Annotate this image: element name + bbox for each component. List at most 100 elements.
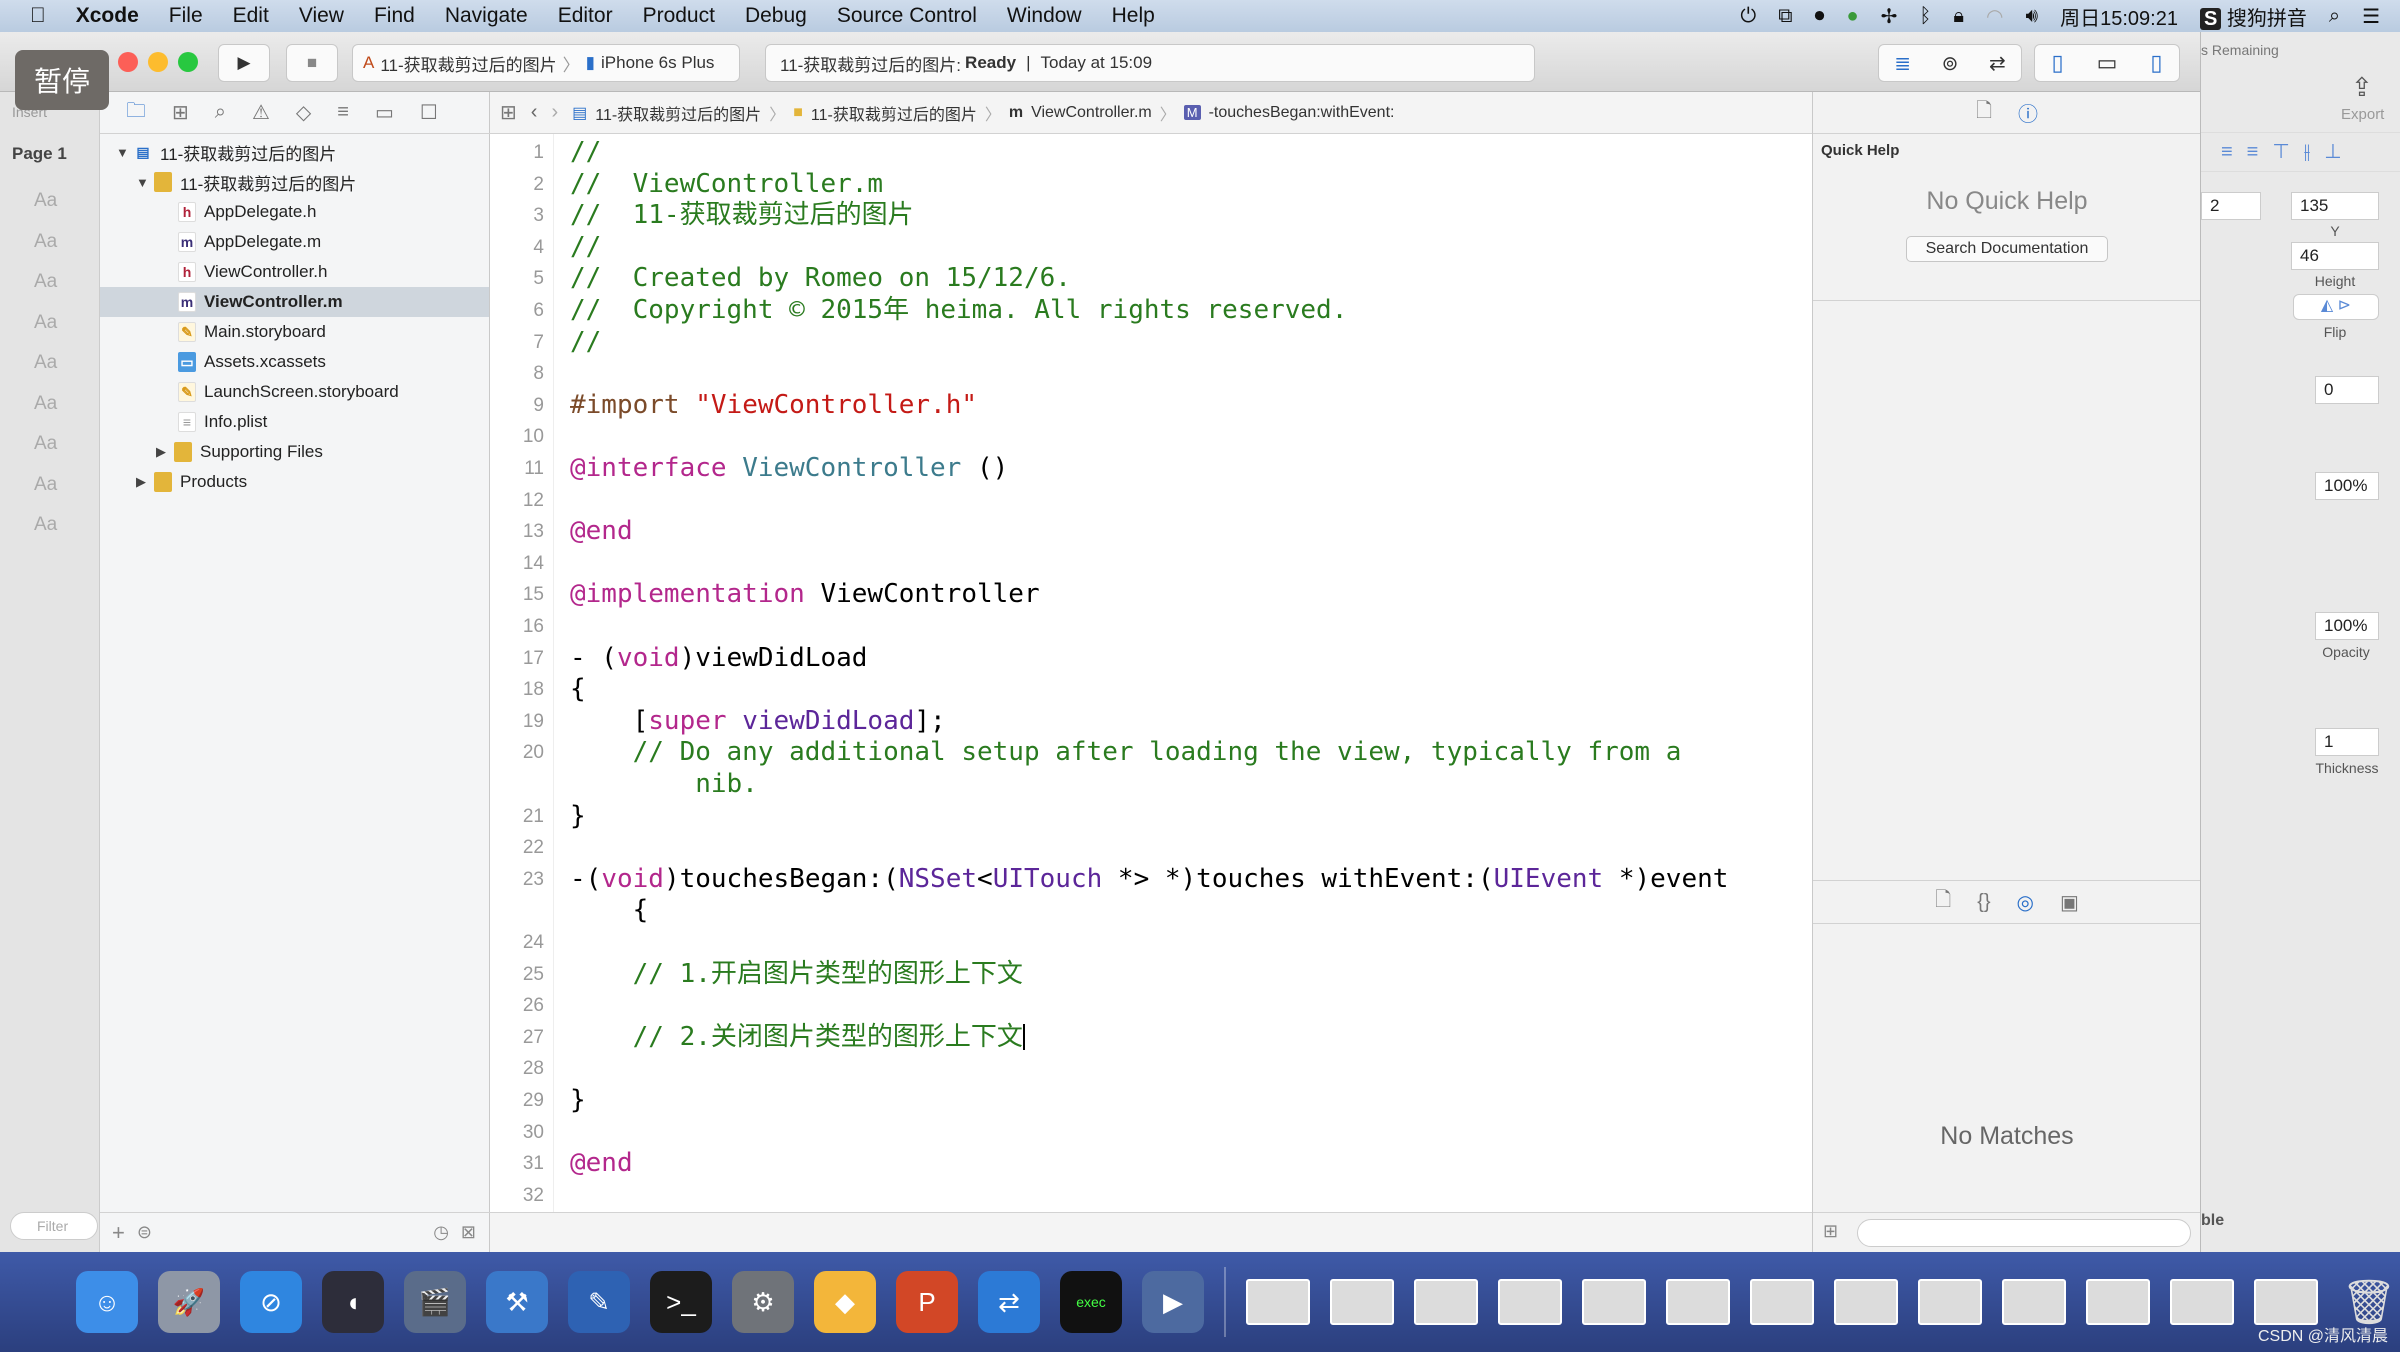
recent-icon[interactable]: ◷ (433, 1222, 449, 1243)
x-field[interactable]: 2 (2201, 192, 2261, 220)
navigator-toggle-icon[interactable]: ▯ (2051, 50, 2063, 76)
dock-xcode-icon[interactable]: ⚒ (486, 1271, 548, 1333)
menu-debug[interactable]: Debug (745, 4, 807, 28)
run-button[interactable]: ▶ (218, 44, 270, 82)
navigator-item[interactable]: ≡ Info.plist (100, 407, 489, 437)
dock-window-thumbnail[interactable] (2002, 1279, 2066, 1325)
dock-quicktime-icon[interactable]: ▶ (1142, 1271, 1204, 1333)
opacity-field[interactable]: 100% (2315, 472, 2379, 500)
bluetooth-icon[interactable]: ᛒ (1919, 5, 1931, 28)
dock-mouse-icon[interactable]: ◖ (322, 1271, 384, 1333)
display-icon[interactable]: ⧉ (1778, 5, 1792, 28)
align-toolbar[interactable]: ≡≡⊤⫲⊥ (2201, 132, 2400, 172)
rotate-field[interactable]: 0 (2315, 376, 2379, 404)
power-icon[interactable]: ⏻ (1740, 5, 1756, 28)
search-documentation-button[interactable]: Search Documentation (1906, 236, 2108, 262)
object-library-icon[interactable]: ◎ (2017, 890, 2034, 915)
menu-navigate[interactable]: Navigate (445, 4, 528, 28)
report-navigator-icon[interactable]: ☐ (420, 100, 438, 125)
disclosure-closed-icon[interactable]: ▶ (136, 474, 154, 490)
breadcrumb-project[interactable]: 11-获取裁剪过后的图片 (595, 101, 761, 125)
breadcrumb-folder[interactable]: 11-获取裁剪过后的图片 (811, 101, 977, 125)
export-icon[interactable]: ⇪ (2351, 72, 2373, 103)
issue-navigator-icon[interactable]: ⚠︎ (252, 100, 270, 125)
menu-find[interactable]: Find (374, 4, 415, 28)
navigator-item[interactable]: ▶ Supporting Files (100, 437, 489, 467)
dock-window-thumbnail[interactable] (1582, 1279, 1646, 1325)
dock-window-thumbnail[interactable] (1666, 1279, 1730, 1325)
lock-icon[interactable]: 🔒︎ (1953, 5, 1964, 28)
menu-xcode[interactable]: Xcode (76, 4, 139, 28)
notification-center-icon[interactable]: ☰ (2362, 4, 2380, 29)
text-layer-icon[interactable]: Aa (34, 433, 57, 455)
dock-finder-icon[interactable]: ☺ (76, 1271, 138, 1333)
assistant-editor-icon[interactable]: ⊚ (1942, 51, 1959, 76)
dock-window-thumbnail[interactable] (1918, 1279, 1982, 1325)
menu-file[interactable]: File (169, 4, 203, 28)
zoom-button[interactable] (178, 52, 198, 72)
clock[interactable]: 周日15:09:21 (2060, 2, 2178, 31)
green-app-icon[interactable]: ● (1847, 5, 1859, 28)
stop-button[interactable]: ■ (286, 44, 338, 82)
close-button[interactable] (118, 52, 138, 72)
page-label[interactable]: Page 1 (12, 144, 67, 164)
flip-buttons[interactable]: ◭ ⊳ (2293, 294, 2379, 320)
dock-safari-icon[interactable]: ⊘ (240, 1271, 302, 1333)
dock-window-thumbnail[interactable] (1750, 1279, 1814, 1325)
menu-product[interactable]: Product (643, 4, 715, 28)
dock-window-thumbnail[interactable] (1414, 1279, 1478, 1325)
spotlight-icon[interactable]: ⌕ (2329, 5, 2340, 28)
navigator-item[interactable]: m AppDelegate.m (100, 227, 489, 257)
dock-powerpoint-icon[interactable]: P (896, 1271, 958, 1333)
quick-help-icon[interactable]: ⓘ (2018, 98, 2038, 127)
text-layer-icon[interactable]: Aa (34, 474, 57, 496)
debug-navigator-icon[interactable]: ≡ (337, 101, 349, 124)
navigator-item[interactable]: ✎ Main.storyboard (100, 317, 489, 347)
filter-input[interactable]: Filter (10, 1212, 98, 1240)
navigator-item[interactable]: ✎ LaunchScreen.storyboard (100, 377, 489, 407)
dock-window-thumbnail[interactable] (1498, 1279, 1562, 1325)
breakpoint-navigator-icon[interactable]: ▭ (375, 100, 394, 125)
dock-exec-icon[interactable]: exec (1060, 1271, 1122, 1333)
version-editor-icon[interactable]: ⇄ (1989, 51, 2006, 76)
text-layer-icon[interactable]: Aa (34, 514, 57, 536)
filter-scope-icon[interactable]: ⊜ (137, 1222, 152, 1243)
symbol-navigator-icon[interactable]: ⊞ (172, 100, 189, 125)
back-icon[interactable]: ‹ (531, 101, 538, 124)
menu-editor[interactable]: Editor (558, 4, 613, 28)
disclosure-open-icon[interactable]: ▼ (116, 145, 134, 160)
navigator-item[interactable]: h AppDelegate.h (100, 197, 489, 227)
dock-window-thumbnail[interactable] (2254, 1279, 2318, 1325)
fill-opacity-field[interactable]: 100% (2315, 612, 2379, 640)
forward-icon[interactable]: › (551, 101, 558, 124)
minimize-button[interactable] (148, 52, 168, 72)
text-layer-icon[interactable]: Aa (34, 393, 57, 415)
navigator-item[interactable]: ▶ Products (100, 467, 489, 497)
thickness-field[interactable]: 1 (2315, 728, 2379, 756)
standard-editor-icon[interactable]: ≣ (1894, 51, 1911, 76)
dock-imovie-icon[interactable]: 🎬 (404, 1271, 466, 1333)
menu-source-control[interactable]: Source Control (837, 4, 977, 28)
code-snippet-icon[interactable]: {} (1977, 891, 1990, 914)
menu-view[interactable]: View (299, 4, 344, 28)
navigator-item[interactable]: ▼ 11-获取裁剪过后的图片 (100, 167, 489, 197)
utilities-toggle-icon[interactable]: ▯ (2150, 50, 2162, 76)
find-navigator-icon[interactable]: ⌕ (215, 101, 226, 124)
height-field[interactable]: 46 (2291, 242, 2379, 270)
pause-badge[interactable]: 暂停 (15, 50, 109, 110)
text-layer-icon[interactable]: Aa (34, 312, 57, 334)
volume-icon[interactable]: 🔊︎ (2025, 5, 2038, 28)
y-field[interactable]: 135 (2291, 192, 2379, 220)
apple-icon[interactable]:  (30, 4, 46, 28)
dock-terminal-icon[interactable]: >_ (650, 1271, 712, 1333)
dock-system-preferences-icon[interactable]: ⚙ (732, 1271, 794, 1333)
library-filter-input[interactable] (1857, 1219, 2191, 1247)
fan-icon[interactable]: ✢ (1881, 4, 1898, 29)
dock-window-thumbnail[interactable] (1246, 1279, 1310, 1325)
text-layer-icon[interactable]: Aa (34, 271, 57, 293)
navigator-item[interactable]: ▼ ▤ 11-获取裁剪过后的图片 (100, 137, 489, 167)
add-icon[interactable]: + (112, 1220, 125, 1246)
test-navigator-icon[interactable]: ◇ (296, 100, 311, 125)
navigator-item[interactable]: h ViewController.h (100, 257, 489, 287)
menu-window[interactable]: Window (1007, 4, 1082, 28)
